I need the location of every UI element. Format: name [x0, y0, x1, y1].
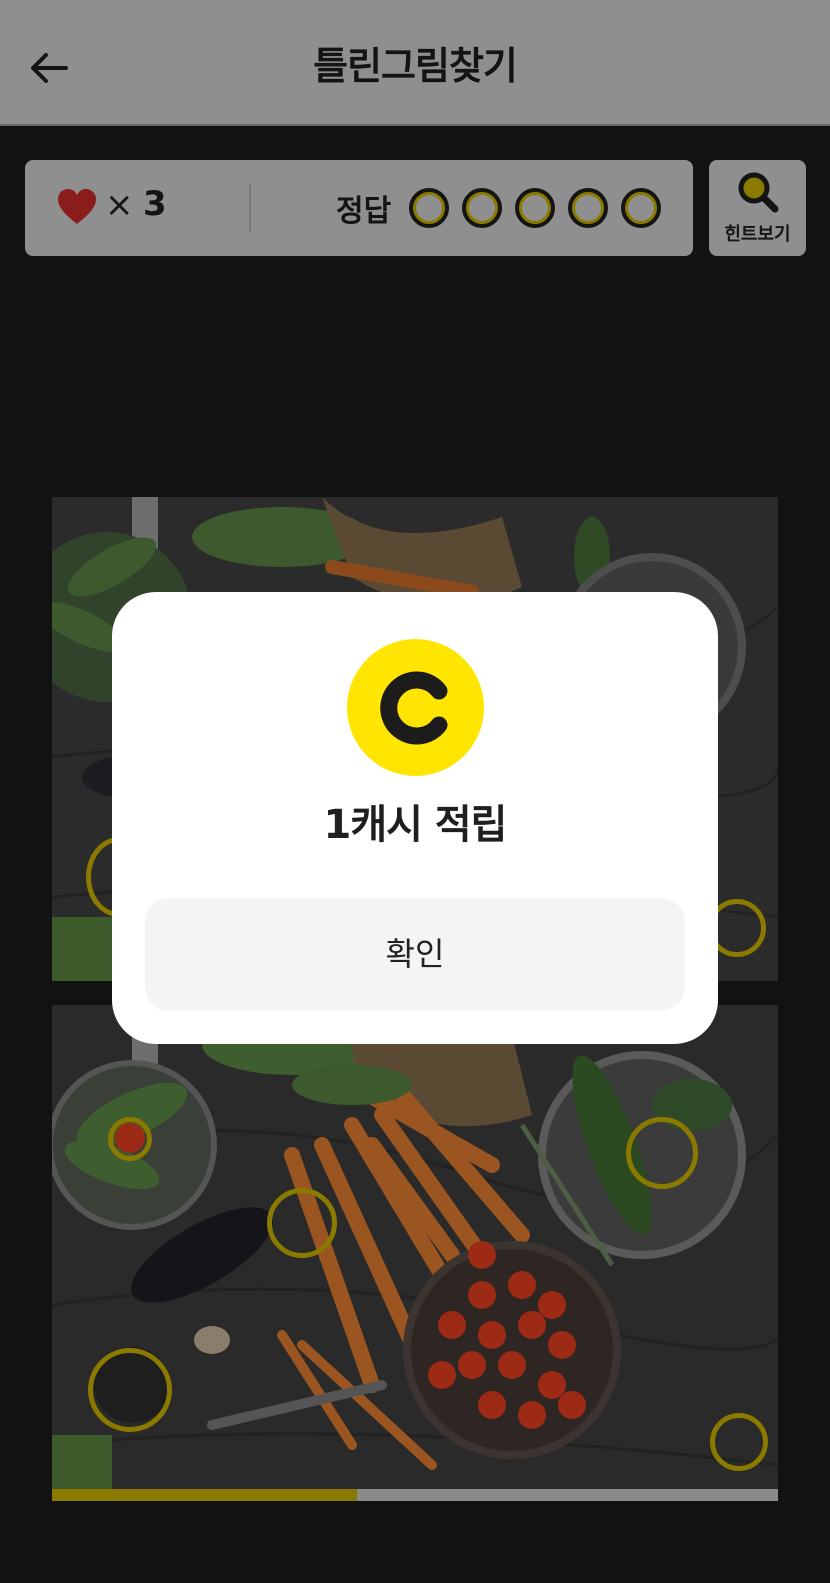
- answer-indicators: [409, 188, 661, 228]
- answer-slot-icon: [515, 188, 555, 228]
- status-panel: × 3 정답: [25, 160, 693, 256]
- answer-slot-icon: [462, 188, 502, 228]
- heart-icon: [58, 189, 96, 224]
- answer-slot-icon: [621, 188, 661, 228]
- top-bar: 틀린그림찾기: [0, 0, 830, 126]
- progress-fill: [52, 1489, 357, 1501]
- hint-label: 힌트보기: [724, 224, 791, 245]
- reward-message: 1캐시 적립: [323, 802, 508, 848]
- lives-count: 3: [143, 184, 167, 224]
- answer-slot-icon: [568, 188, 608, 228]
- confirm-button[interactable]: 확인: [145, 898, 685, 1011]
- page-title: 틀린그림찾기: [313, 44, 518, 88]
- magnifier-icon: [738, 172, 779, 213]
- difference-marker: [267, 1188, 337, 1258]
- answer-slot-icon: [409, 188, 449, 228]
- difference-marker: [88, 1348, 172, 1432]
- hint-button[interactable]: 힌트보기: [709, 160, 806, 256]
- divider: [249, 184, 251, 232]
- cash-coin-icon: [347, 639, 484, 776]
- reward-dialog: 1캐시 적립 확인: [112, 592, 718, 1044]
- difference-marker: [626, 1117, 698, 1189]
- progress-bar: [52, 1489, 778, 1501]
- lives-multiplier: ×: [105, 185, 134, 225]
- answer-label: 정답: [336, 194, 392, 229]
- difference-marker: [710, 1413, 768, 1471]
- difference-marker: [108, 1117, 152, 1161]
- modified-image[interactable]: [52, 1005, 778, 1489]
